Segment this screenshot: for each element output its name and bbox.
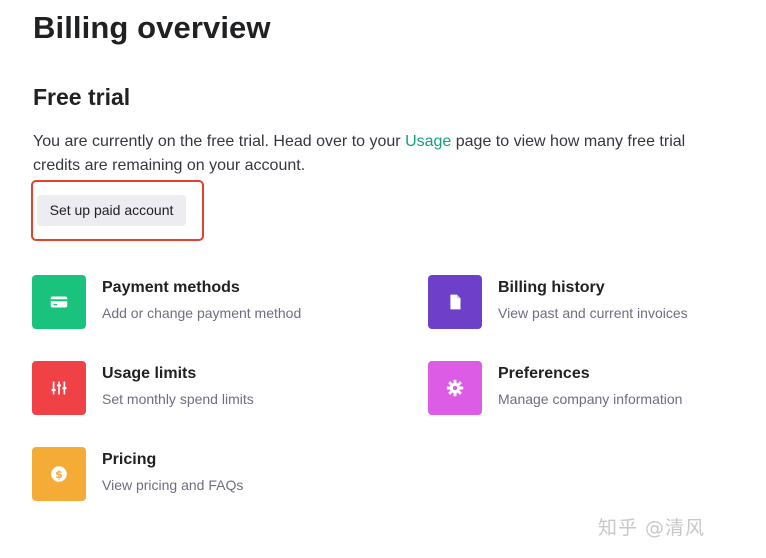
trial-text-before-link: You are currently on the free trial. Hea… — [33, 133, 406, 150]
usage-limits-description: Set monthly spend limits — [102, 391, 254, 407]
card-preferences[interactable]: Preferences Manage company information — [428, 361, 766, 417]
preferences-title: Preferences — [498, 365, 590, 382]
gear-icon — [446, 379, 464, 397]
free-trial-heading: Free trial — [33, 84, 131, 110]
billing-history-description: View past and current invoices — [498, 305, 688, 321]
usage-limits-title: Usage limits — [102, 365, 197, 382]
payment-methods-description: Add or change payment method — [102, 305, 302, 321]
billing-history-title: Billing history — [498, 279, 605, 296]
free-trial-description: You are currently on the free trial. Hea… — [33, 130, 693, 178]
svg-text:$: $ — [55, 468, 63, 481]
pricing-tile: $ — [32, 447, 86, 501]
billing-overview-page: Billing overview Free trial You are curr… — [0, 0, 766, 558]
pricing-title: Pricing — [102, 451, 157, 468]
credit-card-icon — [50, 296, 68, 308]
page-title: Billing overview — [33, 10, 271, 45]
set-up-paid-account-button[interactable]: Set up paid account — [37, 195, 186, 226]
card-usage-limits[interactable]: Usage limits Set monthly spend limits — [32, 361, 392, 417]
watermark-text: 知乎 @清风 — [598, 517, 706, 539]
payment-methods-title: Payment methods — [102, 279, 240, 296]
payment-methods-tile — [32, 275, 86, 329]
sliders-icon — [51, 381, 67, 395]
card-pricing[interactable]: $ Pricing View pricing and FAQs — [32, 447, 392, 503]
billing-history-tile — [428, 275, 482, 329]
usage-link[interactable]: Usage — [405, 133, 451, 150]
preferences-description: Manage company information — [498, 391, 683, 407]
card-payment-methods[interactable]: Payment methods Add or change payment me… — [32, 275, 392, 331]
document-icon — [450, 294, 461, 310]
preferences-tile — [428, 361, 482, 415]
dollar-icon: $ — [51, 466, 67, 482]
card-billing-history[interactable]: Billing history View past and current in… — [428, 275, 766, 331]
usage-limits-tile — [32, 361, 86, 415]
pricing-description: View pricing and FAQs — [102, 477, 244, 493]
